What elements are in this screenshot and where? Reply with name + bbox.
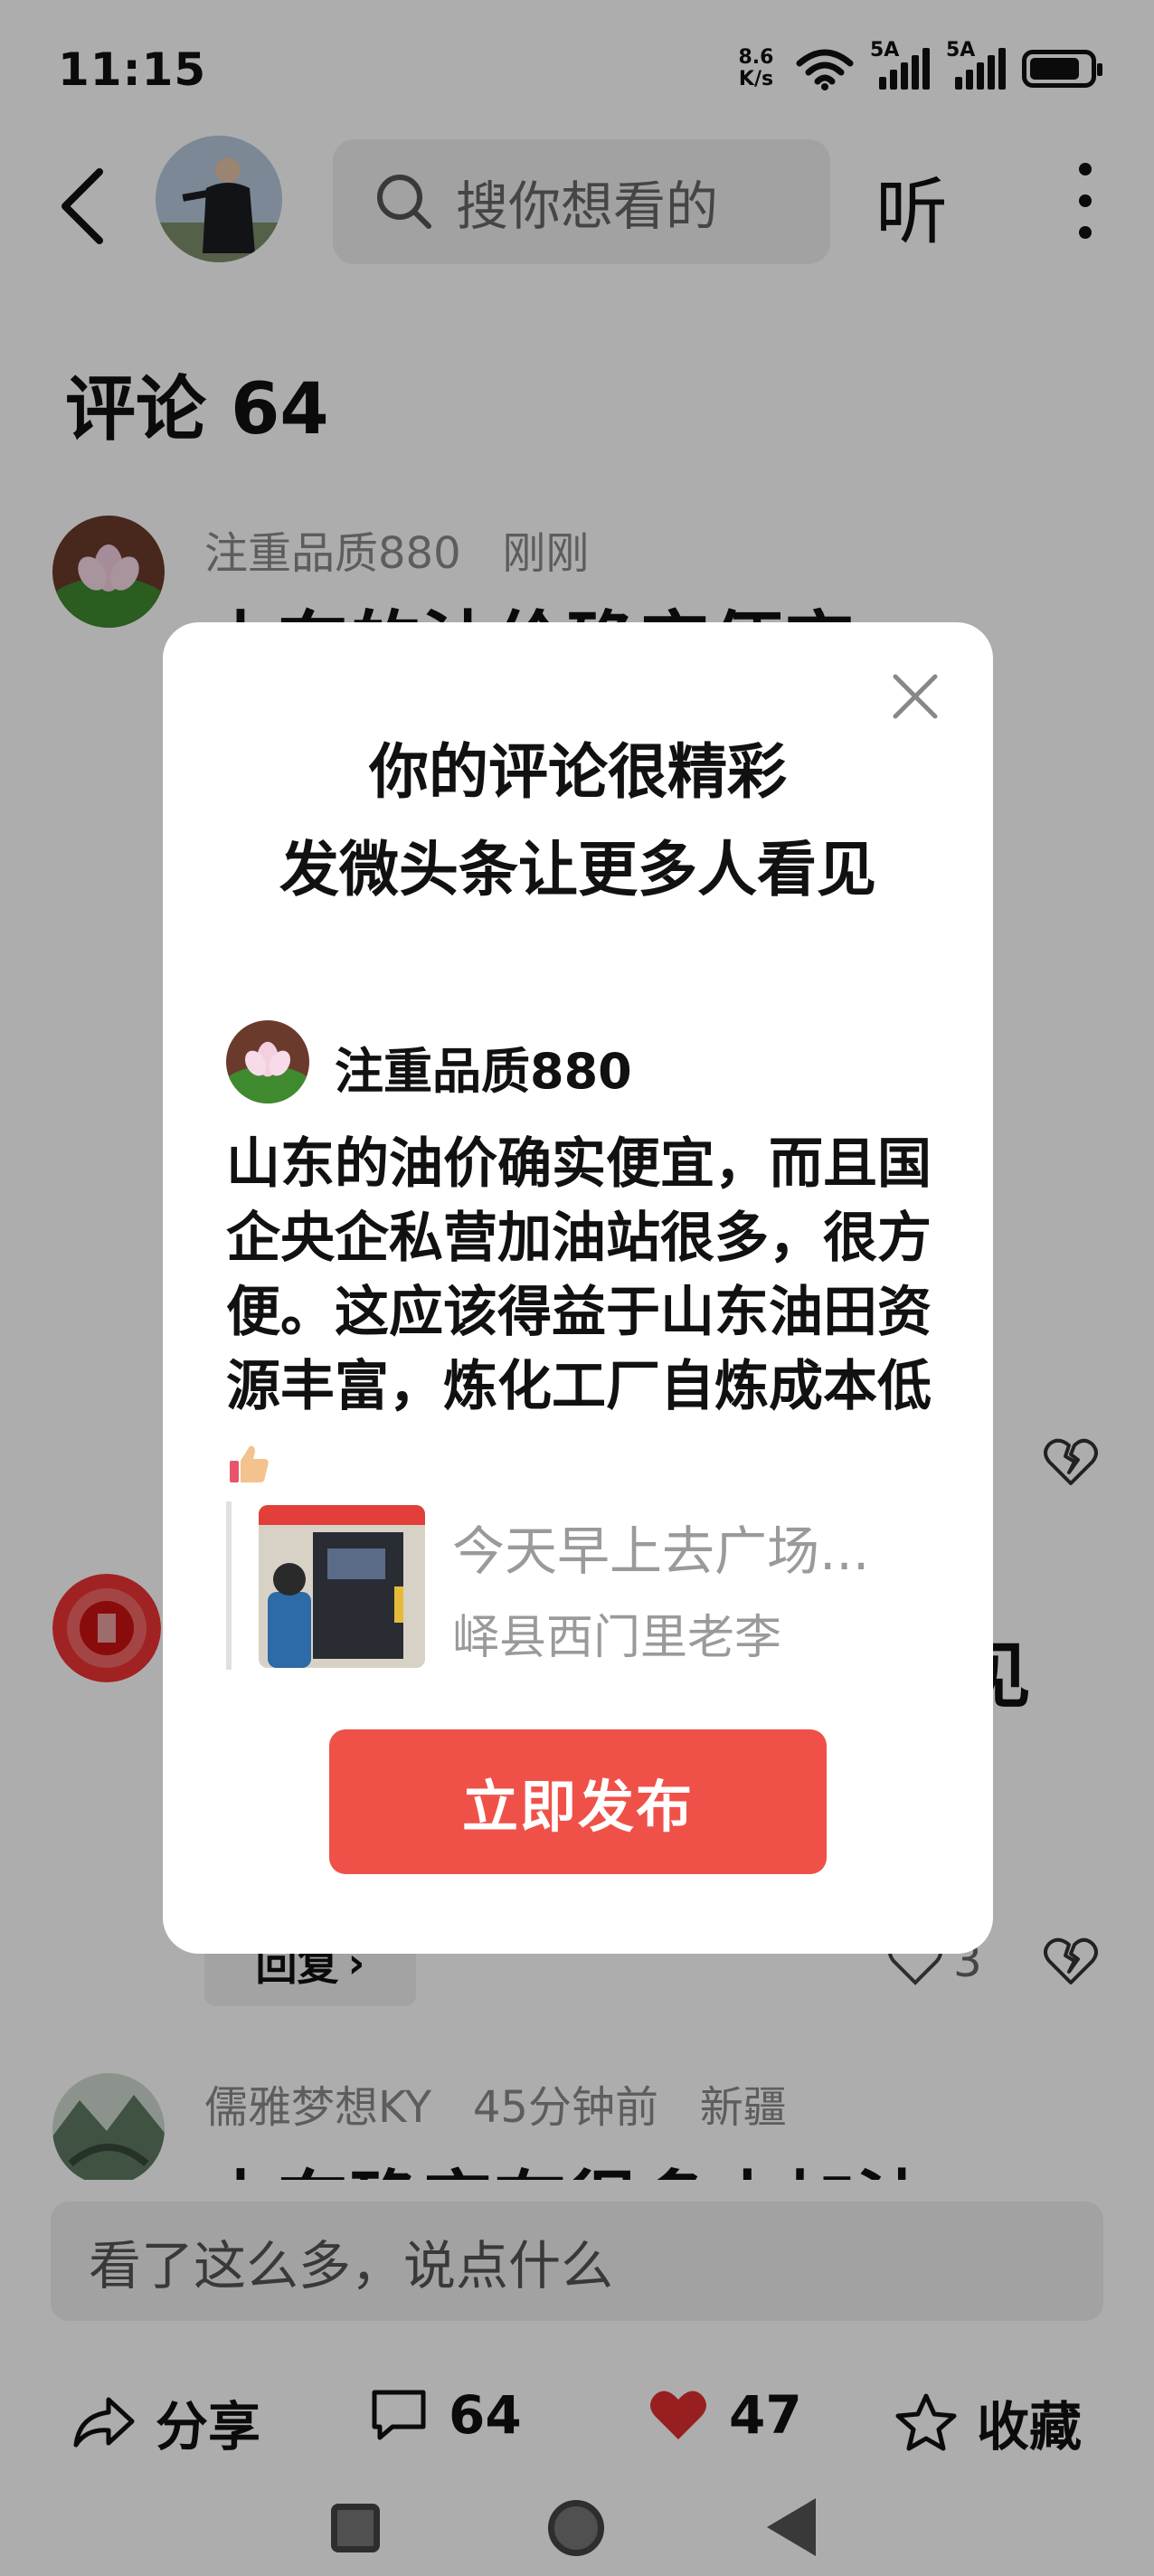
lotus-avatar-image — [226, 1020, 309, 1103]
thumbs-up-icon — [230, 1446, 269, 1483]
article-author: 峄县西门里老李 — [452, 1611, 782, 1665]
dialog-comment-text: 山东的油价确实便宜，而且国企央企私营加油站很多，很方便。这应该得益于山东油田资源… — [226, 1132, 932, 1418]
dialog-title-line1: 你的评论很精彩 — [369, 737, 787, 807]
article-title: 今天早上去广场... — [452, 1520, 870, 1582]
dialog-comment: 山东的油价确实便宜，而且国企央企私营加油站很多，很方便。这应该得益于山东油田资源… — [226, 1127, 932, 1498]
dialog-username: 注重品质880 — [335, 1043, 632, 1100]
user-avatar — [226, 1020, 309, 1103]
article-thumbnail — [259, 1505, 425, 1668]
fuel-pump-image — [259, 1505, 425, 1668]
quoted-article[interactable]: 今天早上去广场... 峄县西门里老李 — [226, 1501, 932, 1670]
share-to-post-dialog: 你的评论很精彩 发微头条让更多人看见 注重品质880 山东的油价确实便宜，而且国… — [163, 622, 993, 1954]
dialog-title-line2: 发微头条让更多人看见 — [279, 835, 876, 904]
publish-button[interactable]: 立即发布 — [329, 1729, 827, 1874]
close-icon[interactable] — [888, 669, 942, 724]
dialog-title: 你的评论很精彩 发微头条让更多人看见 — [163, 724, 993, 919]
